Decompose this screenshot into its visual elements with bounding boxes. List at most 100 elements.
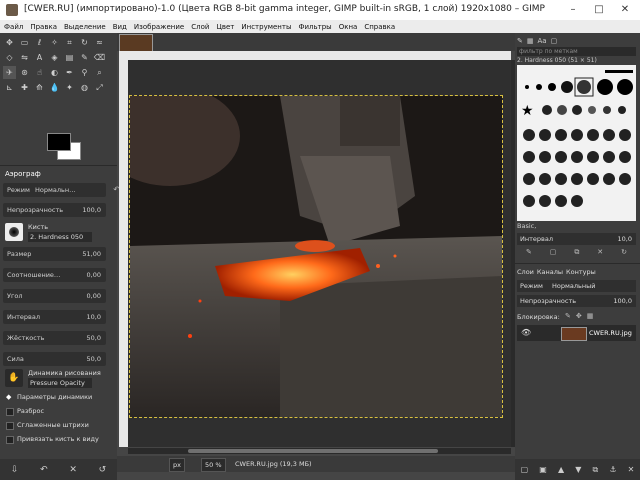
lasso-icon[interactable]: ℓ <box>33 36 46 49</box>
horizontal-ruler[interactable] <box>119 51 511 60</box>
dynamics-options-expander[interactable]: ◆ <box>6 394 12 401</box>
aspect-slider[interactable]: Соотношение… 0,00 <box>3 268 106 282</box>
layer-row[interactable]: 👁 CWER.RU.jpg <box>517 325 636 341</box>
gradient-icon[interactable]: ▤ <box>63 51 76 64</box>
brush-refresh-icon[interactable]: ↻ <box>621 248 627 258</box>
delete-layer-icon[interactable]: ✕ <box>628 465 635 474</box>
scatter-checkbox[interactable] <box>6 408 14 416</box>
mypaint-icon[interactable]: ✦ <box>63 81 76 94</box>
layer-mode-select[interactable]: Режим Нормальный <box>517 280 636 292</box>
warp-icon[interactable]: ≈ <box>93 36 106 49</box>
patterns-tab-icon[interactable]: ▦ <box>527 37 534 45</box>
delete-options-icon[interactable]: ✕ <box>69 465 77 475</box>
restore-options-icon[interactable]: ↶ <box>40 465 48 475</box>
move-tool-icon[interactable]: ✥ <box>3 36 16 49</box>
brush-duplicate-icon[interactable]: ⧉ <box>574 248 579 258</box>
tab-paths[interactable]: Контуры <box>566 268 596 276</box>
eraser-icon[interactable]: ⌫ <box>93 51 106 64</box>
brush-preview-icon[interactable] <box>5 223 23 241</box>
menu-select[interactable]: Выделение <box>64 23 106 31</box>
anchor-layer-icon[interactable]: ⚓ <box>609 465 616 474</box>
new-layer-icon[interactable]: ▢ <box>521 465 529 474</box>
lock-brush-checkbox[interactable] <box>6 436 14 444</box>
menu-edit[interactable]: Правка <box>30 23 57 31</box>
menu-tools[interactable]: Инструменты <box>241 23 291 31</box>
brushes-tab-icon[interactable]: ✎ <box>517 37 523 45</box>
mode-select[interactable]: Режим Нормальн… ↶ <box>3 183 120 197</box>
lock-position-icon[interactable]: ✥ <box>576 312 582 320</box>
canvas-area[interactable] <box>128 60 511 447</box>
close-button[interactable]: ✕ <box>612 2 638 18</box>
scale-icon[interactable]: ⤢ <box>93 81 106 94</box>
horizontal-scrollbar-thumb[interactable] <box>188 449 438 453</box>
dodge-icon[interactable]: ◐ <box>48 66 61 79</box>
bucket-icon[interactable]: ◈ <box>48 51 61 64</box>
smooth-checkbox[interactable] <box>6 422 14 430</box>
menu-help[interactable]: Справка <box>364 23 395 31</box>
blur-icon[interactable]: ◍ <box>78 81 91 94</box>
opacity-slider[interactable]: Непрозрачность 100,0 <box>3 203 106 217</box>
text-icon[interactable]: A <box>33 51 46 64</box>
lock-pixels-icon[interactable]: ✎ <box>565 312 571 320</box>
angle-slider[interactable]: Угол 0,00 <box>3 289 106 303</box>
horizontal-scrollbar[interactable] <box>128 448 511 454</box>
ink-icon[interactable]: 💧 <box>48 81 61 94</box>
brush-grid[interactable]: ★ <box>517 65 638 223</box>
document-tab-icon[interactable]: ▢ <box>551 37 558 45</box>
menu-color[interactable]: Цвет <box>216 23 234 31</box>
vertical-ruler[interactable] <box>119 60 128 447</box>
minimize-button[interactable]: – <box>560 2 586 18</box>
perspective-icon[interactable]: ⟰ <box>33 81 46 94</box>
brush-edit-icon[interactable]: ✎ <box>526 248 532 258</box>
raise-layer-icon[interactable]: ▲ <box>558 465 564 474</box>
force-slider[interactable]: Сила 50,0 <box>3 352 106 366</box>
menu-view[interactable]: Вид <box>113 23 127 31</box>
visibility-eye-icon[interactable]: 👁 <box>521 328 531 337</box>
tab-layers[interactable]: Слои <box>517 268 534 276</box>
flip-icon[interactable]: ⇋ <box>18 51 31 64</box>
new-group-icon[interactable]: ▣ <box>539 465 547 474</box>
measure-icon[interactable]: ⊾ <box>3 81 16 94</box>
dynamics-field[interactable]: Pressure Opacity <box>28 378 92 388</box>
dynamics-icon[interactable]: ✋ <box>5 369 23 387</box>
heal-icon[interactable]: ✚ <box>18 81 31 94</box>
rect-select-icon[interactable]: ▭ <box>18 36 31 49</box>
menu-filters[interactable]: Фильтры <box>298 23 331 31</box>
layer-opacity-slider[interactable]: Непрозрачность 100,0 <box>517 295 636 307</box>
fonts-tab-icon[interactable]: Aa <box>538 37 547 45</box>
lock-alpha-icon[interactable]: ▦ <box>587 312 594 320</box>
airbrush-icon[interactable]: ✈ <box>3 66 16 79</box>
maximize-button[interactable]: □ <box>586 2 612 18</box>
brush-new-icon[interactable]: ▢ <box>550 248 557 258</box>
paths-icon[interactable]: ✒ <box>63 66 76 79</box>
pencil-icon[interactable]: ✎ <box>78 51 91 64</box>
cage-icon[interactable]: ◇ <box>3 51 16 64</box>
lower-layer-icon[interactable]: ▼ <box>575 465 581 474</box>
spacing-slider[interactable]: Интервал 10,0 <box>3 310 106 324</box>
layer-name[interactable]: CWER.RU.jpg <box>589 329 632 337</box>
color-picker-icon[interactable]: ⚲ <box>78 66 91 79</box>
tag-filter-input[interactable]: фильтр по меткам <box>517 47 636 56</box>
menu-layer[interactable]: Слой <box>191 23 209 31</box>
crop-icon[interactable]: ⌗ <box>63 36 76 49</box>
zoom-select[interactable]: 50 % <box>201 458 226 472</box>
menu-windows[interactable]: Окна <box>339 23 358 31</box>
brush-delete-icon[interactable]: ✕ <box>597 248 603 258</box>
unit-select[interactable]: px <box>169 458 185 472</box>
menu-file[interactable]: Файл <box>4 23 23 31</box>
hardness-slider[interactable]: Жёсткость 50,0 <box>3 331 106 345</box>
menu-image[interactable]: Изображение <box>134 23 184 31</box>
duplicate-layer-icon[interactable]: ⧉ <box>593 465 599 475</box>
zoom-icon[interactable]: ⌕ <box>93 66 106 79</box>
brush-name-field[interactable]: 2. Hardness 050 <box>28 232 92 242</box>
brush-spacing-slider[interactable]: Интервал 10,0 <box>517 233 636 245</box>
reset-options-icon[interactable]: ↺ <box>99 465 107 475</box>
save-options-icon[interactable]: ⇩ <box>11 465 19 475</box>
image-canvas[interactable] <box>129 95 503 418</box>
clone-icon[interactable]: ⊛ <box>18 66 31 79</box>
size-slider[interactable]: Размер 51,00 <box>3 247 106 261</box>
rotate-icon[interactable]: ↻ <box>78 36 91 49</box>
tab-channels[interactable]: Каналы <box>537 268 563 276</box>
image-tab-thumbnail[interactable] <box>119 34 153 52</box>
fuzzy-select-icon[interactable]: ✧ <box>48 36 61 49</box>
